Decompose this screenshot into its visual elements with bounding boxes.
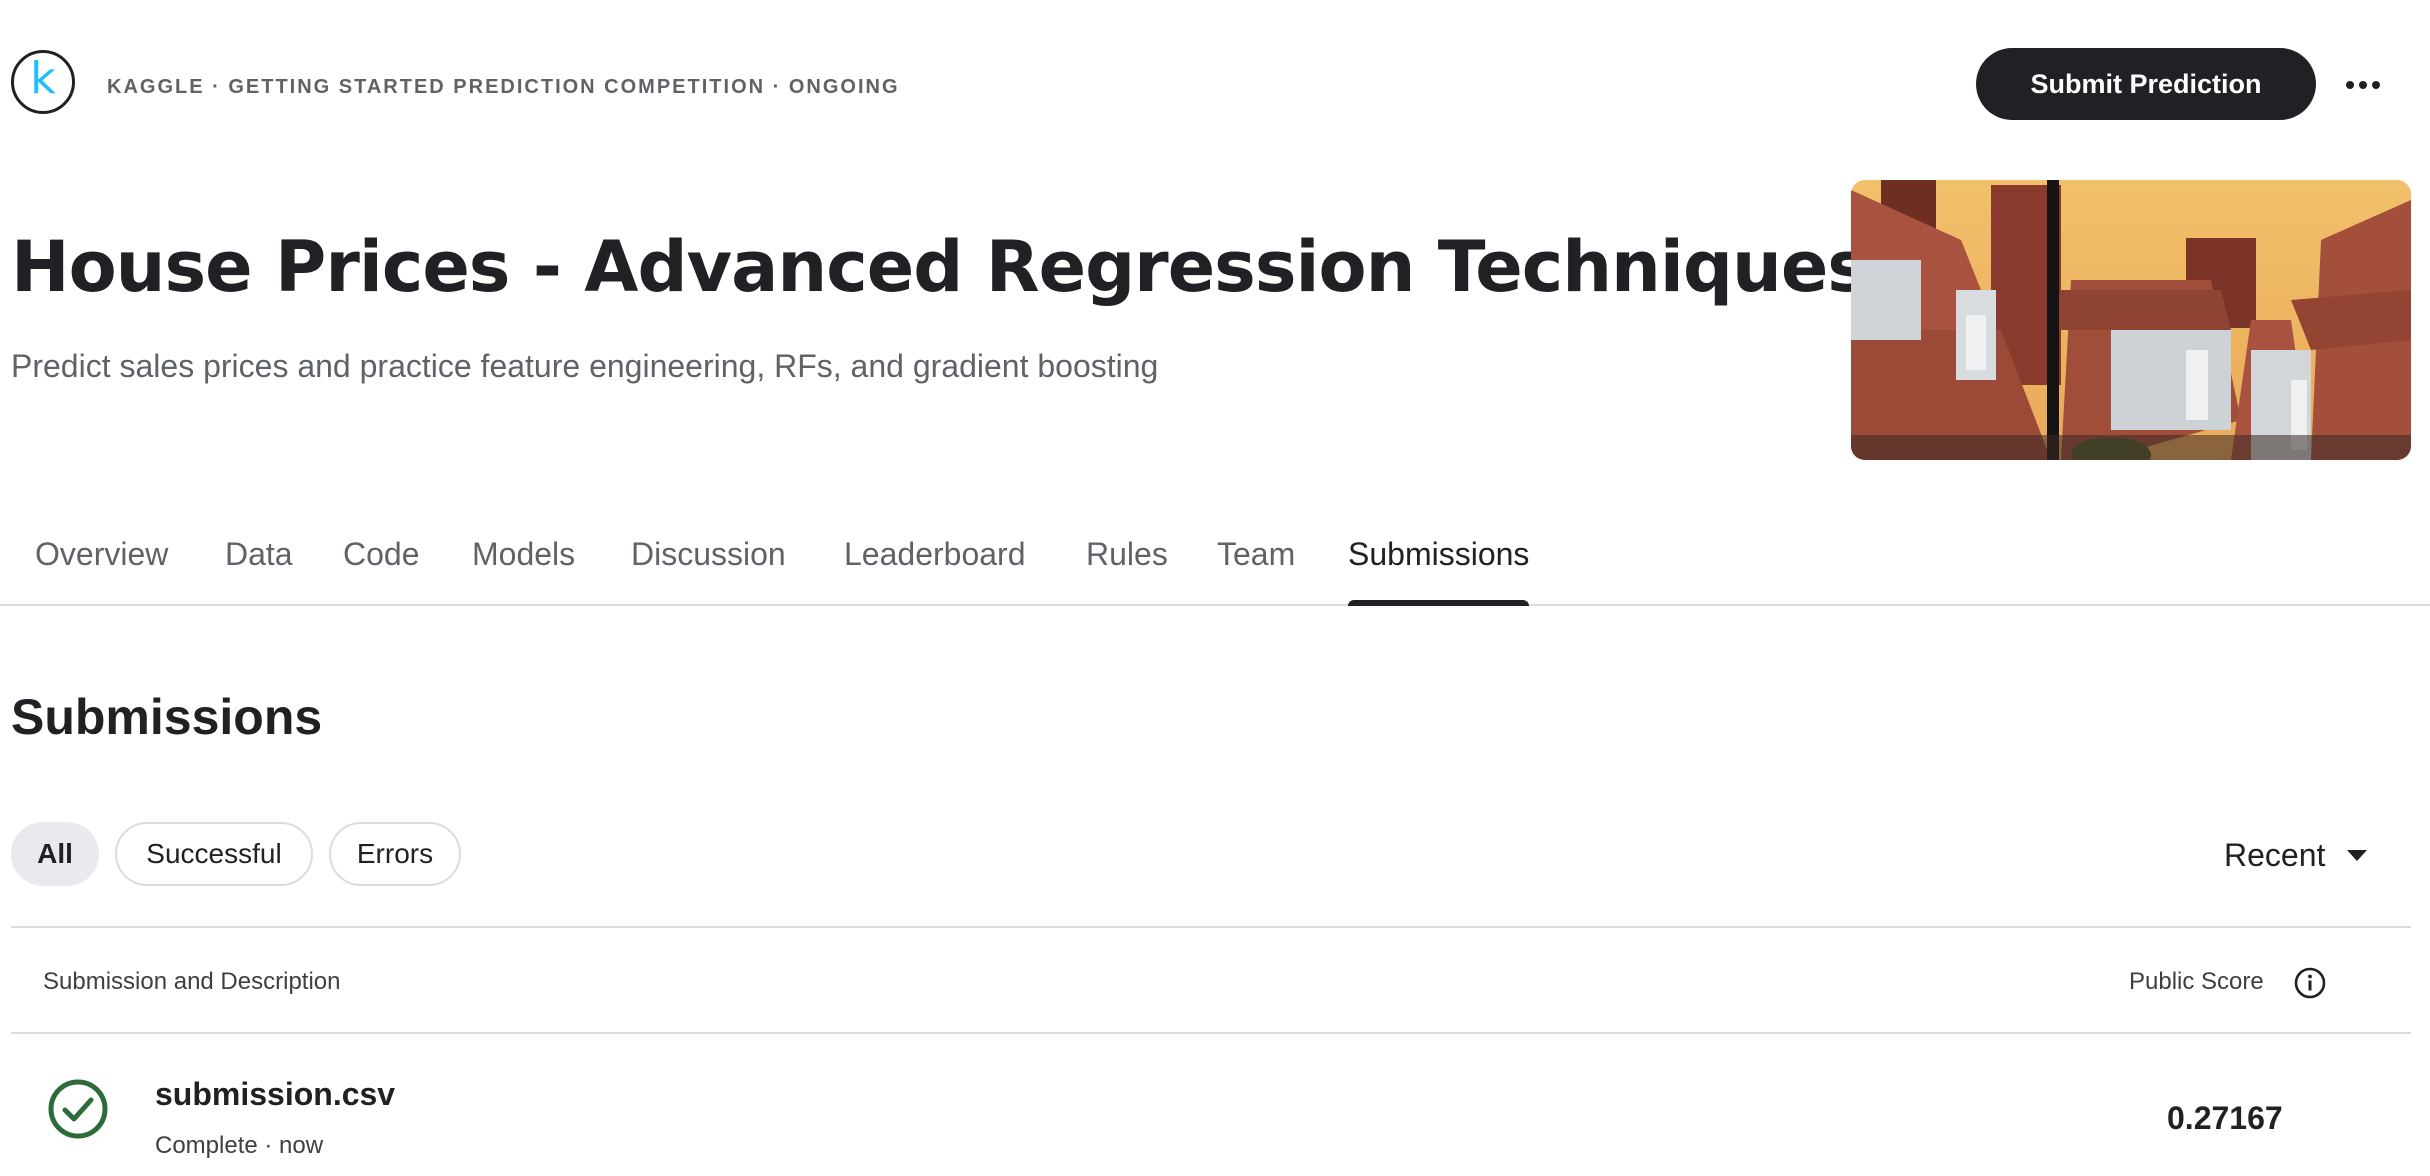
tab-rules[interactable]: Rules <box>1086 536 1168 604</box>
tab-submissions[interactable]: Submissions <box>1348 536 1530 606</box>
kaggle-logo[interactable]: k <box>11 50 75 114</box>
submission-status: Complete · now <box>155 1132 324 1159</box>
competition-tabs: Overview Data Code Models Discussion Lea… <box>0 512 2430 606</box>
sort-label: Recent <box>2224 836 2326 873</box>
submissions-heading: Submissions <box>11 689 323 745</box>
submit-prediction-button[interactable]: Submit Prediction <box>1976 48 2316 120</box>
competition-eyebrow: KAGGLE · GETTING STARTED PREDICTION COMP… <box>107 76 900 98</box>
page-title: House Prices - Advanced Regression Techn… <box>11 226 1869 308</box>
page: k KAGGLE · GETTING STARTED PREDICTION CO… <box>0 0 2430 1176</box>
logo-letter: k <box>30 53 56 104</box>
caret-down-icon <box>2347 849 2368 861</box>
submission-file-name[interactable]: submission.csv <box>155 1076 395 1113</box>
tab-leaderboard[interactable]: Leaderboard <box>844 536 1025 604</box>
tab-models[interactable]: Models <box>472 536 575 604</box>
page-subtitle: Predict sales prices and practice featur… <box>11 348 1159 384</box>
filter-errors-chip[interactable]: Errors <box>329 822 461 886</box>
filter-successful-chip[interactable]: Successful <box>115 822 313 886</box>
competition-header-image <box>1851 180 2411 460</box>
tab-overview[interactable]: Overview <box>35 536 168 604</box>
table-header: Submission and Description Public Score <box>11 928 2411 1034</box>
tab-data[interactable]: Data <box>225 536 293 604</box>
submissions-table: Submission and Description Public Score … <box>11 926 2411 1176</box>
tab-discussion[interactable]: Discussion <box>631 536 786 604</box>
more-options-icon[interactable] <box>2338 60 2388 110</box>
column-header-description: Submission and Description <box>43 968 341 995</box>
sort-dropdown[interactable]: Recent <box>2224 830 2368 880</box>
table-row[interactable]: submission.csv Complete · now 0.27167 <box>11 1034 2411 1176</box>
tab-code[interactable]: Code <box>343 536 420 604</box>
tab-team[interactable]: Team <box>1217 536 1295 604</box>
column-header-public-score: Public Score <box>2129 968 2264 995</box>
check-circle-icon <box>48 1079 108 1139</box>
public-score-value: 0.27167 <box>2167 1100 2283 1136</box>
filter-all-chip[interactable]: All <box>11 822 99 886</box>
info-icon[interactable] <box>2293 966 2327 1000</box>
